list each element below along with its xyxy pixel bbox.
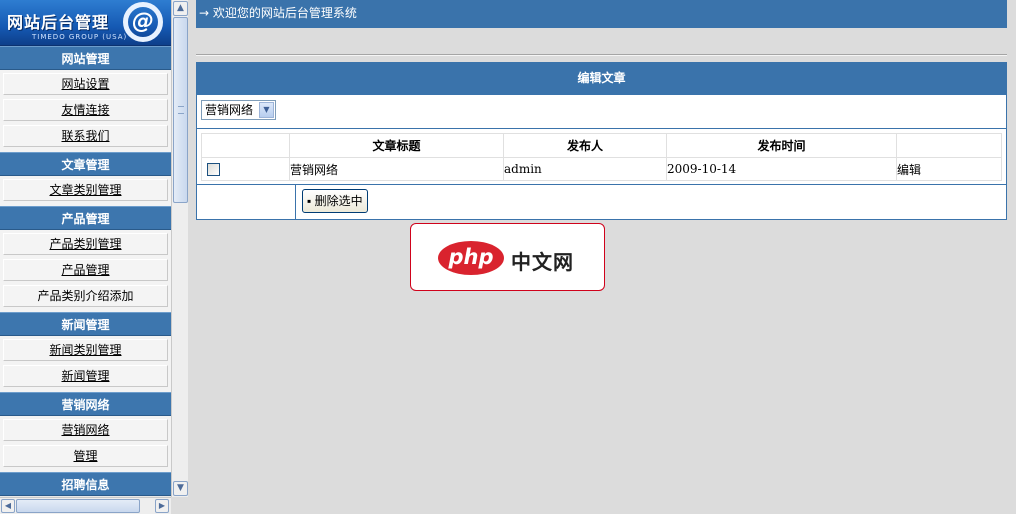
section-product-items: 产品类别管理 产品管理 产品类别介绍添加 <box>0 230 171 312</box>
horizontal-scroll-thumb[interactable] <box>16 499 140 513</box>
section-recruitment[interactable]: 招聘信息 <box>0 472 171 496</box>
col-title: 文章标题 <box>289 133 504 158</box>
row-author: admin <box>503 157 667 181</box>
site-logo: 网站后台管理 TIMEDO GROUP (USA) @ <box>0 0 171 46</box>
menu-product-management[interactable]: 产品管理 <box>3 259 168 281</box>
col-author: 发布人 <box>503 133 667 158</box>
logo-title: 网站后台管理 <box>7 13 110 32</box>
delete-selected-button[interactable]: ▪ 删除选中 <box>302 189 368 213</box>
menu-site-settings[interactable]: 网站设置 <box>3 73 168 95</box>
menu-marketing-network[interactable]: 营销网络 <box>3 419 168 441</box>
action-row: ▪ 删除选中 <box>197 185 1006 219</box>
section-product-management[interactable]: 产品管理 <box>0 206 171 230</box>
section-website-items: 网站设置 友情连接 联系我们 <box>0 70 171 152</box>
category-select[interactable]: 营销网络 ▼ <box>201 100 276 120</box>
section-website-management[interactable]: 网站管理 <box>0 46 171 70</box>
sidebar-vertical-scrollbar[interactable]: ▲ ▼ <box>171 0 188 497</box>
filter-row: 营销网络 ▼ <box>197 95 1006 129</box>
logo-subtitle: TIMEDO GROUP (USA) <box>32 33 128 41</box>
table-row: 营销网络 admin 2009-10-14 编辑 <box>201 157 1002 181</box>
sidebar-horizontal-scrollbar[interactable]: ◀ ▶ <box>0 497 171 514</box>
edit-article-panel: 编辑文章 营销网络 ▼ 文章标题 发布人 发布时间 营销网络 admin 200… <box>196 62 1007 220</box>
divider <box>196 54 1007 56</box>
vertical-scroll-thumb[interactable] <box>173 17 188 203</box>
article-table-wrap: 文章标题 发布人 发布时间 营销网络 admin 2009-10-14 编辑 <box>197 129 1006 185</box>
welcome-bar: → 欢迎您的网站后台管理系统 <box>196 0 1007 28</box>
panel-title: 编辑文章 <box>197 63 1006 95</box>
row-edit-link[interactable]: 编辑 <box>896 157 1002 181</box>
left-frame: 网站后台管理 TIMEDO GROUP (USA) @ 网站管理 网站设置 友情… <box>0 0 188 514</box>
grip-icon <box>178 106 184 114</box>
menu-friend-links[interactable]: 友情连接 <box>3 99 168 121</box>
section-marketing-items: 营销网络 管理 <box>0 416 171 472</box>
php-logo-text: 中文网 <box>511 250 574 274</box>
chevron-down-icon[interactable]: ▼ <box>259 102 274 118</box>
menu-product-category[interactable]: 产品类别管理 <box>3 233 168 255</box>
menu-article-category[interactable]: 文章类别管理 <box>3 179 168 201</box>
scroll-right-icon[interactable]: ▶ <box>155 499 169 513</box>
article-table: 文章标题 发布人 发布时间 营销网络 admin 2009-10-14 编辑 <box>201 133 1002 181</box>
at-logo-icon: @ <box>123 2 163 42</box>
col-select <box>201 133 290 158</box>
table-header-row: 文章标题 发布人 发布时间 <box>201 133 1002 158</box>
menu-marketing-manage[interactable]: 管理 <box>3 445 168 467</box>
row-checkbox[interactable] <box>207 163 220 176</box>
section-news-items: 新闻类别管理 新闻管理 <box>0 336 171 392</box>
section-news-management[interactable]: 新闻管理 <box>0 312 171 336</box>
row-date: 2009-10-14 <box>666 157 897 181</box>
col-action <box>896 133 1002 158</box>
menu-product-category-intro[interactable]: 产品类别介绍添加 <box>3 285 168 307</box>
col-date: 发布时间 <box>666 133 897 158</box>
menu-news-category[interactable]: 新闻类别管理 <box>3 339 168 361</box>
scroll-left-icon[interactable]: ◀ <box>1 499 15 513</box>
action-separator <box>295 185 296 219</box>
sidebar: 网站后台管理 TIMEDO GROUP (USA) @ 网站管理 网站设置 友情… <box>0 0 171 497</box>
row-checkbox-cell <box>201 157 290 181</box>
row-title: 营销网络 <box>289 157 504 181</box>
menu-news-management[interactable]: 新闻管理 <box>3 365 168 387</box>
php-cn-logo: php 中文网 <box>410 223 605 291</box>
php-logo-icon: php <box>438 241 504 275</box>
section-marketing-network[interactable]: 营销网络 <box>0 392 171 416</box>
menu-contact-us[interactable]: 联系我们 <box>3 125 168 147</box>
scroll-up-icon[interactable]: ▲ <box>173 1 188 16</box>
section-article-items: 文章类别管理 <box>0 176 171 206</box>
section-article-management[interactable]: 文章管理 <box>0 152 171 176</box>
scroll-down-icon[interactable]: ▼ <box>173 481 188 496</box>
category-select-value: 营销网络 <box>205 103 254 117</box>
